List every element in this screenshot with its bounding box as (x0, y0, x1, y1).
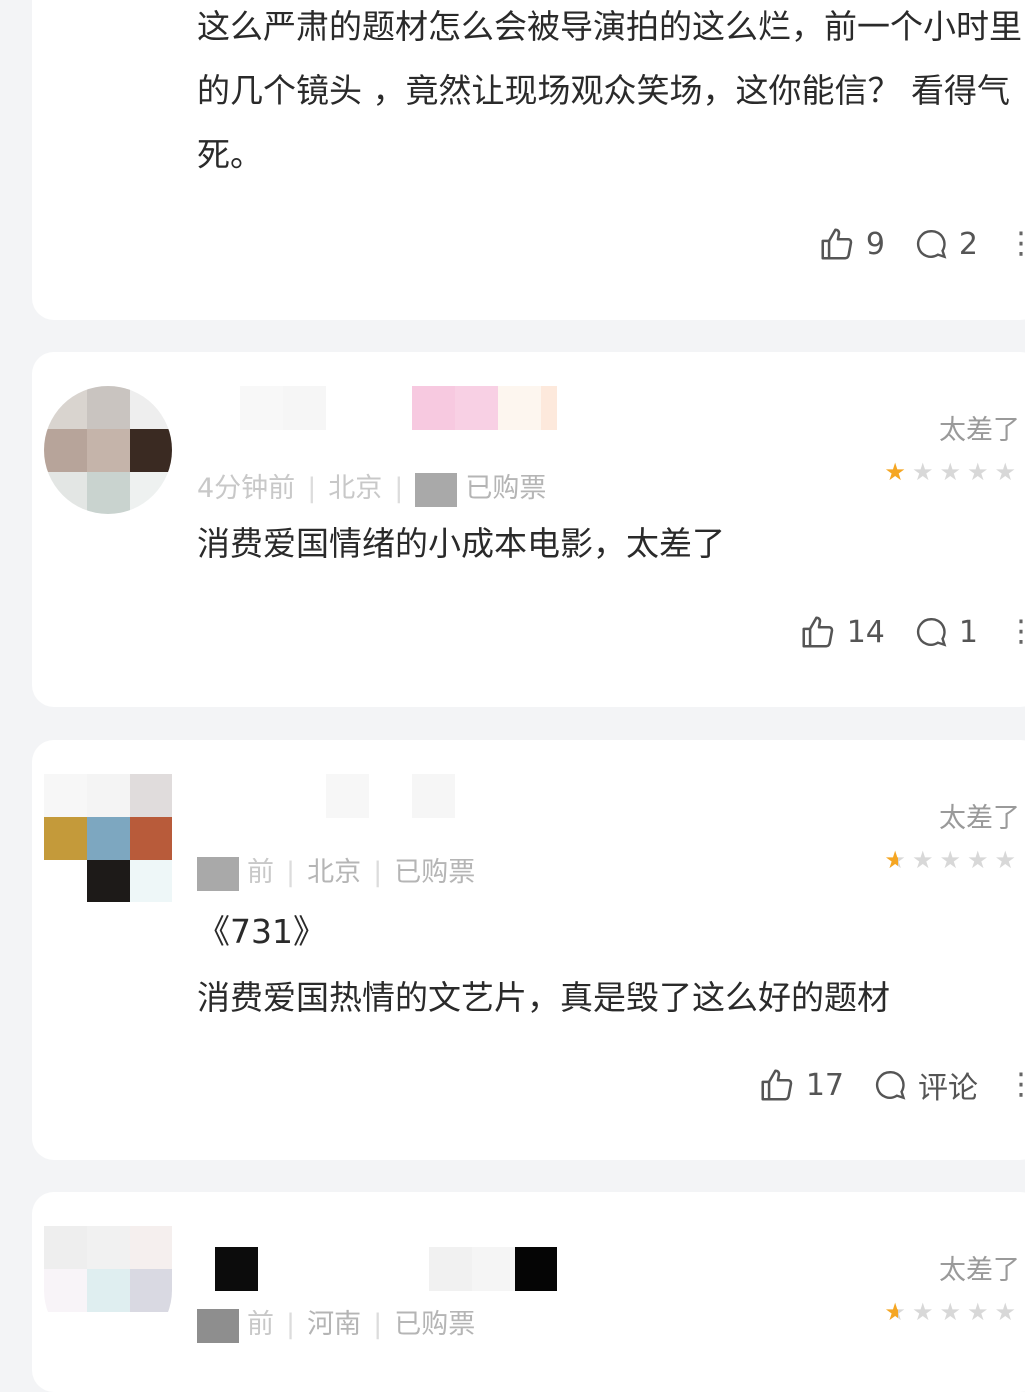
reply-button[interactable]: 2 (913, 226, 978, 262)
vertical-ellipsis-icon[interactable]: ⋮ (1006, 229, 1025, 259)
comment-bubble-icon (872, 1067, 908, 1103)
username-mosaic[interactable] (197, 386, 557, 430)
review-actions: 14 1 ⋮ (799, 610, 1025, 654)
review-comment: 这么严肃的题材怎么会被导演拍的这么烂，前一个小时里的几个镜头 ，竟然让现场观众笑… (197, 7, 1022, 174)
review-card: 前 | 北京 | 已购票 太差了 ★★★★★ 《731》 消费爱国热情的文艺片，真是毁了… (32, 740, 1025, 1160)
review-actions: 17 评论 ⋮ (758, 1063, 1025, 1107)
avatar[interactable] (44, 1226, 172, 1354)
rating-label: 太差了 (939, 1255, 1020, 1286)
star-icon: ★ (911, 846, 940, 874)
reply-count: 2 (958, 226, 978, 262)
star-rating: ★★★★★ (884, 458, 1022, 486)
star-icon: ★ (884, 846, 912, 874)
ticket-badge: 已购票 (465, 473, 547, 504)
comment-bubble-icon (913, 226, 949, 262)
star-rating: ★★★★★ (884, 846, 1022, 874)
star-icon: ★ (966, 458, 995, 486)
review-comment: 消费爱国情绪的小成本电影，太差了 (197, 524, 725, 563)
comment-bubble-icon (913, 614, 949, 650)
star-icon: ★ (911, 458, 940, 486)
star-icon: ★ (911, 1298, 940, 1326)
review-card: 前 | 河南 | 已购票 太差了 ★★★★★ (32, 1192, 1025, 1392)
star-icon: ★ (884, 458, 912, 486)
review-comment-line: 《731》 (197, 912, 326, 951)
like-button[interactable]: 17 (758, 1066, 844, 1104)
vertical-ellipsis-icon[interactable]: ⋮ (1006, 1070, 1025, 1100)
reply-button[interactable]: 1 (913, 614, 978, 650)
star-icon: ★ (884, 1298, 912, 1326)
review-location: 北京 (307, 857, 362, 888)
review-card: 这么严肃的题材怎么会被导演拍的这么烂，前一个小时里的几个镜头 ，竟然让现场观众笑… (32, 0, 1025, 320)
thumbs-up-icon (799, 613, 837, 651)
like-count: 17 (805, 1067, 844, 1103)
like-button[interactable]: 14 (799, 613, 885, 651)
avatar[interactable] (44, 386, 172, 514)
review-comment-line: 消费爱国热情的文艺片，真是毁了这么好的题材 (197, 978, 890, 1017)
thumbs-up-icon (818, 225, 856, 263)
username-mosaic[interactable] (197, 774, 557, 818)
review-time: 4分钟前 (197, 473, 296, 504)
review-card: 4分钟前 | 北京 | 已购票 太差了 ★★★★★ 消费爱国情绪的小成本电影，太差了 1… (32, 352, 1025, 707)
star-icon: ★ (939, 846, 967, 874)
avatar[interactable] (44, 774, 172, 902)
star-rating: ★★★★★ (884, 1298, 1022, 1326)
rating-label: 太差了 (939, 415, 1020, 446)
star-icon: ★ (966, 846, 995, 874)
review-location: 河南 (307, 1309, 362, 1340)
review-location: 北京 (328, 473, 383, 504)
star-icon: ★ (939, 458, 967, 486)
star-icon: ★ (994, 1298, 1022, 1326)
star-icon: ★ (966, 1298, 995, 1326)
reply-label: 评论 (918, 1071, 978, 1106)
thumbs-up-icon (758, 1066, 796, 1104)
review-time: 前 (247, 1309, 274, 1340)
rating-label: 太差了 (939, 803, 1020, 834)
ticket-badge: 已购票 (394, 1309, 476, 1340)
reply-count: 1 (958, 614, 978, 650)
like-count: 14 (846, 614, 885, 650)
ticket-badge: 已购票 (394, 857, 476, 888)
like-count: 9 (865, 226, 885, 262)
reply-button[interactable]: 评论 (872, 1063, 978, 1107)
review-meta: 4分钟前 | 北京 | 已购票 (197, 466, 546, 507)
star-icon: ★ (994, 458, 1022, 486)
vertical-ellipsis-icon[interactable]: ⋮ (1006, 617, 1025, 647)
review-meta: 前 | 河南 | 已购票 (197, 1302, 475, 1343)
like-button[interactable]: 9 (818, 225, 885, 263)
review-actions: 9 2 ⋮ (818, 222, 1025, 266)
star-icon: ★ (939, 1298, 967, 1326)
username-mosaic[interactable] (197, 1247, 557, 1291)
review-time: 前 (247, 857, 274, 888)
star-icon: ★ (994, 846, 1022, 874)
review-meta: 前 | 北京 | 已购票 (197, 850, 475, 891)
